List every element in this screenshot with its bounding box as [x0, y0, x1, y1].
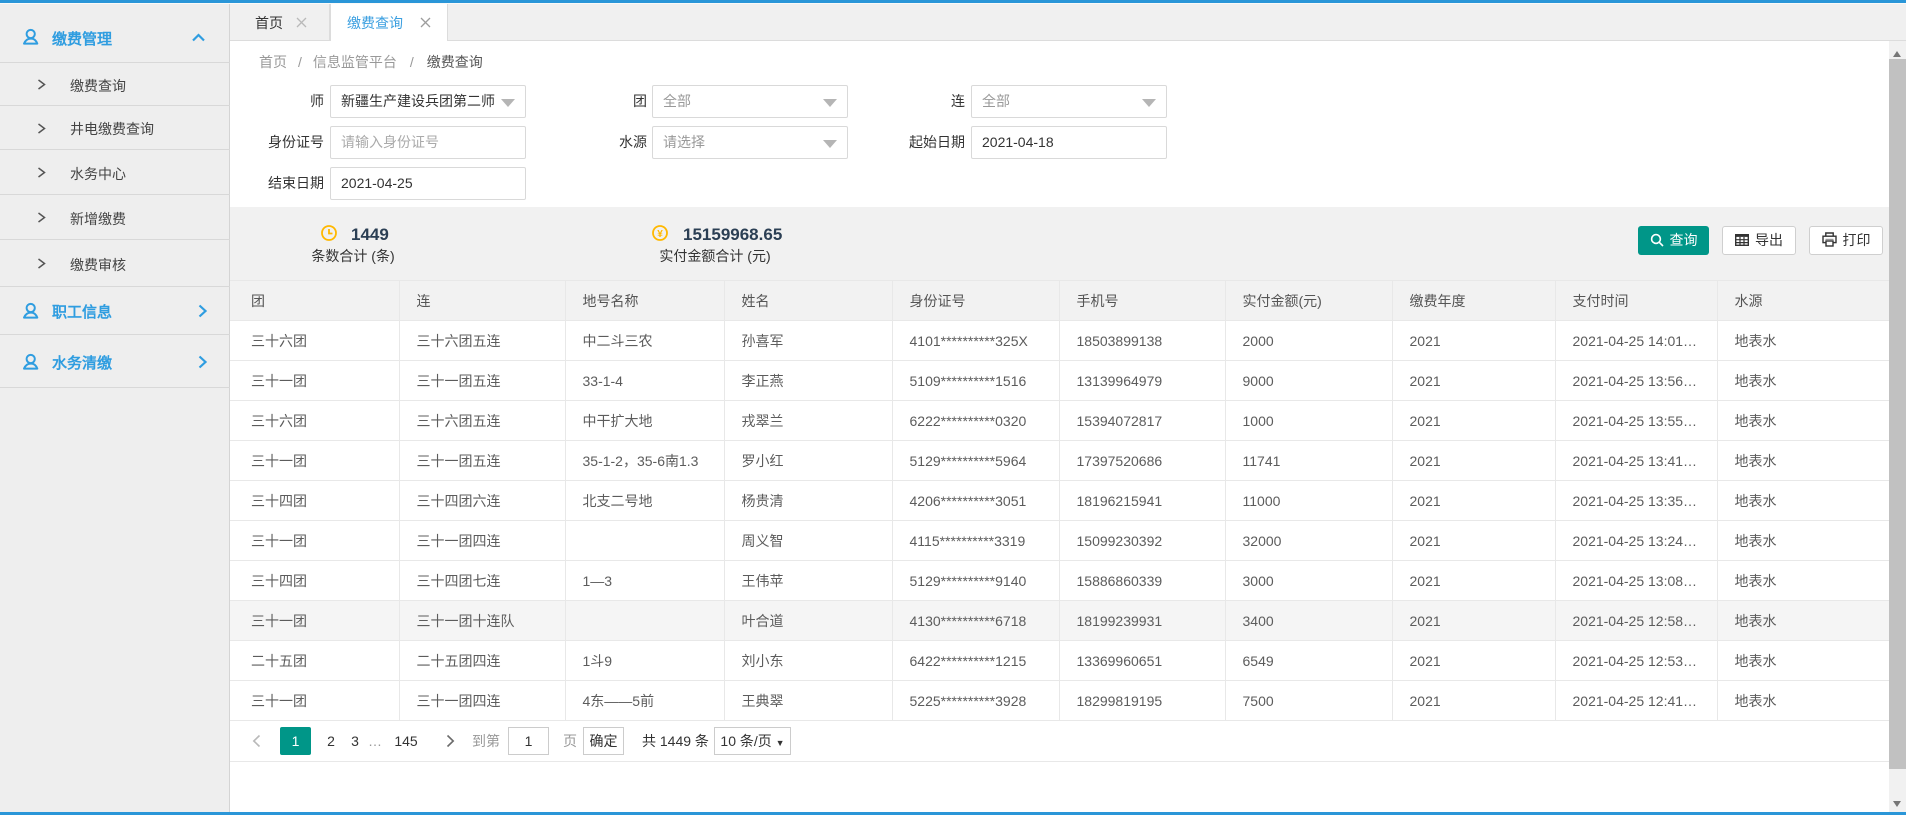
svg-text:¥: ¥	[657, 229, 663, 240]
